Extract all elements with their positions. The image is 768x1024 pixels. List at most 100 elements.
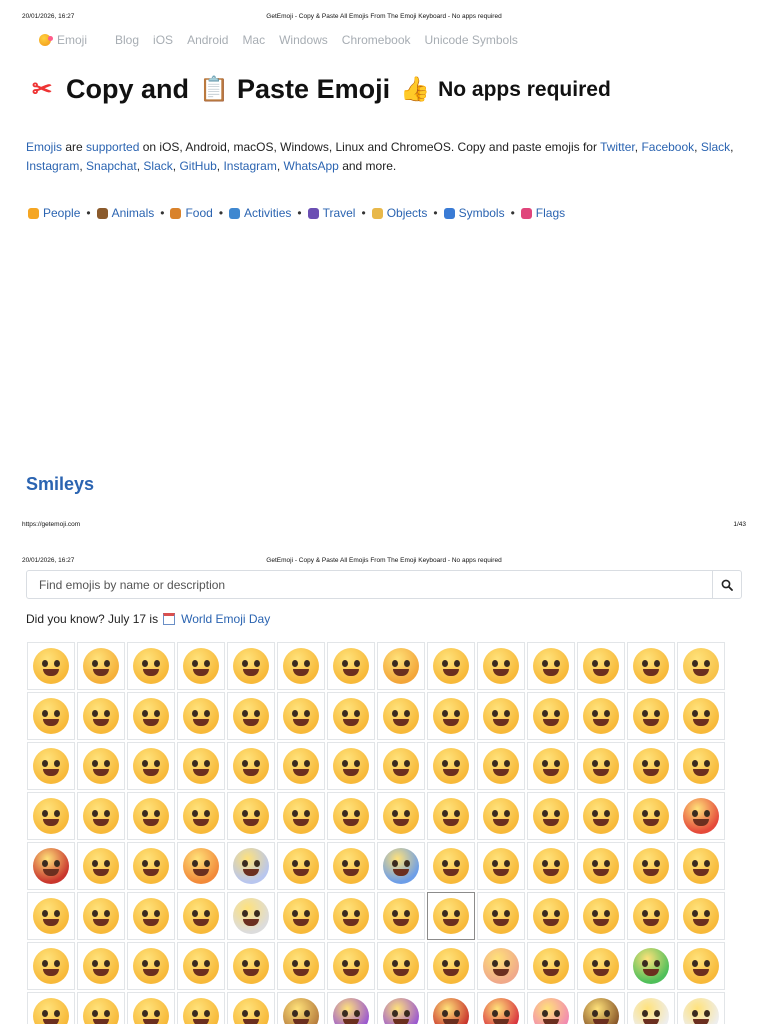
emoji-cell[interactable] — [177, 792, 225, 840]
emoji-cell[interactable] — [27, 992, 75, 1024]
emoji-cell[interactable] — [27, 842, 75, 890]
emoji-cell[interactable] — [527, 792, 575, 840]
emoji-cell[interactable] — [677, 842, 725, 890]
emoji-cell[interactable] — [327, 642, 375, 690]
link-emojis[interactable]: Emojis — [26, 140, 62, 154]
link-supported[interactable]: supported — [86, 140, 139, 154]
emoji-cell[interactable] — [627, 842, 675, 890]
emoji-cell[interactable] — [227, 992, 275, 1024]
emoji-cell[interactable] — [527, 742, 575, 790]
link-slack-2[interactable]: Slack — [143, 159, 172, 173]
emoji-cell[interactable] — [27, 942, 75, 990]
nav-windows[interactable]: Windows — [279, 33, 328, 47]
emoji-cell[interactable] — [177, 742, 225, 790]
emoji-cell[interactable] — [627, 692, 675, 740]
emoji-cell[interactable] — [77, 692, 125, 740]
emoji-cell[interactable] — [627, 642, 675, 690]
emoji-cell[interactable] — [377, 942, 425, 990]
emoji-cell[interactable] — [627, 742, 675, 790]
emoji-cell[interactable] — [577, 842, 625, 890]
emoji-cell[interactable] — [327, 742, 375, 790]
emoji-cell[interactable] — [277, 992, 325, 1024]
category-link-animals[interactable]: Animals — [96, 206, 154, 220]
emoji-cell[interactable] — [127, 692, 175, 740]
emoji-cell[interactable] — [27, 642, 75, 690]
emoji-cell[interactable] — [227, 892, 275, 940]
emoji-cell[interactable] — [327, 942, 375, 990]
link-world-emoji-day[interactable]: World Emoji Day — [181, 612, 270, 626]
emoji-cell[interactable] — [227, 942, 275, 990]
emoji-cell[interactable] — [377, 892, 425, 940]
emoji-cell[interactable] — [577, 992, 625, 1024]
emoji-cell[interactable] — [677, 692, 725, 740]
emoji-cell[interactable] — [327, 792, 375, 840]
emoji-cell[interactable] — [577, 642, 625, 690]
nav-android[interactable]: Android — [187, 33, 228, 47]
emoji-cell[interactable] — [577, 892, 625, 940]
emoji-cell[interactable] — [227, 792, 275, 840]
link-facebook[interactable]: Facebook — [641, 140, 694, 154]
emoji-cell[interactable] — [477, 742, 525, 790]
category-link-food[interactable]: Food — [170, 206, 213, 220]
emoji-cell[interactable] — [627, 792, 675, 840]
emoji-cell[interactable] — [527, 642, 575, 690]
nav-ios[interactable]: iOS — [153, 33, 173, 47]
emoji-cell[interactable] — [577, 742, 625, 790]
emoji-cell[interactable] — [527, 842, 575, 890]
emoji-cell[interactable] — [427, 992, 475, 1024]
emoji-cell[interactable] — [177, 692, 225, 740]
emoji-cell[interactable] — [677, 792, 725, 840]
emoji-cell[interactable] — [77, 642, 125, 690]
emoji-cell[interactable] — [127, 642, 175, 690]
emoji-cell[interactable] — [577, 942, 625, 990]
emoji-cell[interactable] — [77, 892, 125, 940]
emoji-cell[interactable] — [177, 942, 225, 990]
emoji-cell[interactable] — [427, 942, 475, 990]
category-link-activities[interactable]: Activities — [229, 206, 291, 220]
emoji-cell[interactable] — [177, 642, 225, 690]
link-snapchat[interactable]: Snapchat — [86, 159, 137, 173]
emoji-cell[interactable] — [527, 942, 575, 990]
emoji-cell[interactable] — [427, 792, 475, 840]
emoji-cell[interactable] — [27, 892, 75, 940]
emoji-cell[interactable] — [227, 842, 275, 890]
emoji-cell[interactable] — [527, 892, 575, 940]
emoji-cell[interactable] — [227, 742, 275, 790]
category-link-objects[interactable]: Objects — [371, 206, 427, 220]
emoji-cell[interactable] — [477, 992, 525, 1024]
emoji-cell[interactable] — [327, 992, 375, 1024]
emoji-cell[interactable] — [477, 942, 525, 990]
emoji-cell[interactable] — [27, 692, 75, 740]
link-instagram[interactable]: Instagram — [26, 159, 79, 173]
emoji-cell[interactable] — [627, 942, 675, 990]
link-slack[interactable]: Slack — [701, 140, 730, 154]
link-twitter[interactable]: Twitter — [600, 140, 635, 154]
link-instagram-2[interactable]: Instagram — [223, 159, 276, 173]
emoji-cell[interactable] — [377, 792, 425, 840]
emoji-cell[interactable] — [127, 942, 175, 990]
emoji-cell[interactable] — [77, 742, 125, 790]
emoji-cell[interactable] — [627, 992, 675, 1024]
emoji-cell[interactable] — [377, 992, 425, 1024]
brand-link[interactable]: Emoji — [39, 33, 87, 47]
emoji-cell[interactable] — [77, 992, 125, 1024]
link-github[interactable]: GitHub — [179, 159, 216, 173]
emoji-cell[interactable] — [77, 792, 125, 840]
category-link-flags[interactable]: Flags — [520, 206, 565, 220]
emoji-cell[interactable] — [427, 892, 475, 940]
emoji-cell[interactable] — [427, 742, 475, 790]
category-link-symbols[interactable]: Symbols — [443, 206, 505, 220]
emoji-cell[interactable] — [677, 642, 725, 690]
emoji-cell[interactable] — [377, 642, 425, 690]
emoji-cell[interactable] — [127, 992, 175, 1024]
emoji-cell[interactable] — [477, 892, 525, 940]
nav-blog[interactable]: Blog — [115, 33, 139, 47]
link-whatsapp[interactable]: WhatsApp — [284, 159, 339, 173]
emoji-cell[interactable] — [27, 742, 75, 790]
emoji-cell[interactable] — [377, 692, 425, 740]
emoji-cell[interactable] — [227, 642, 275, 690]
emoji-cell[interactable] — [277, 892, 325, 940]
emoji-cell[interactable] — [527, 692, 575, 740]
nav-mac[interactable]: Mac — [242, 33, 265, 47]
emoji-cell[interactable] — [127, 792, 175, 840]
